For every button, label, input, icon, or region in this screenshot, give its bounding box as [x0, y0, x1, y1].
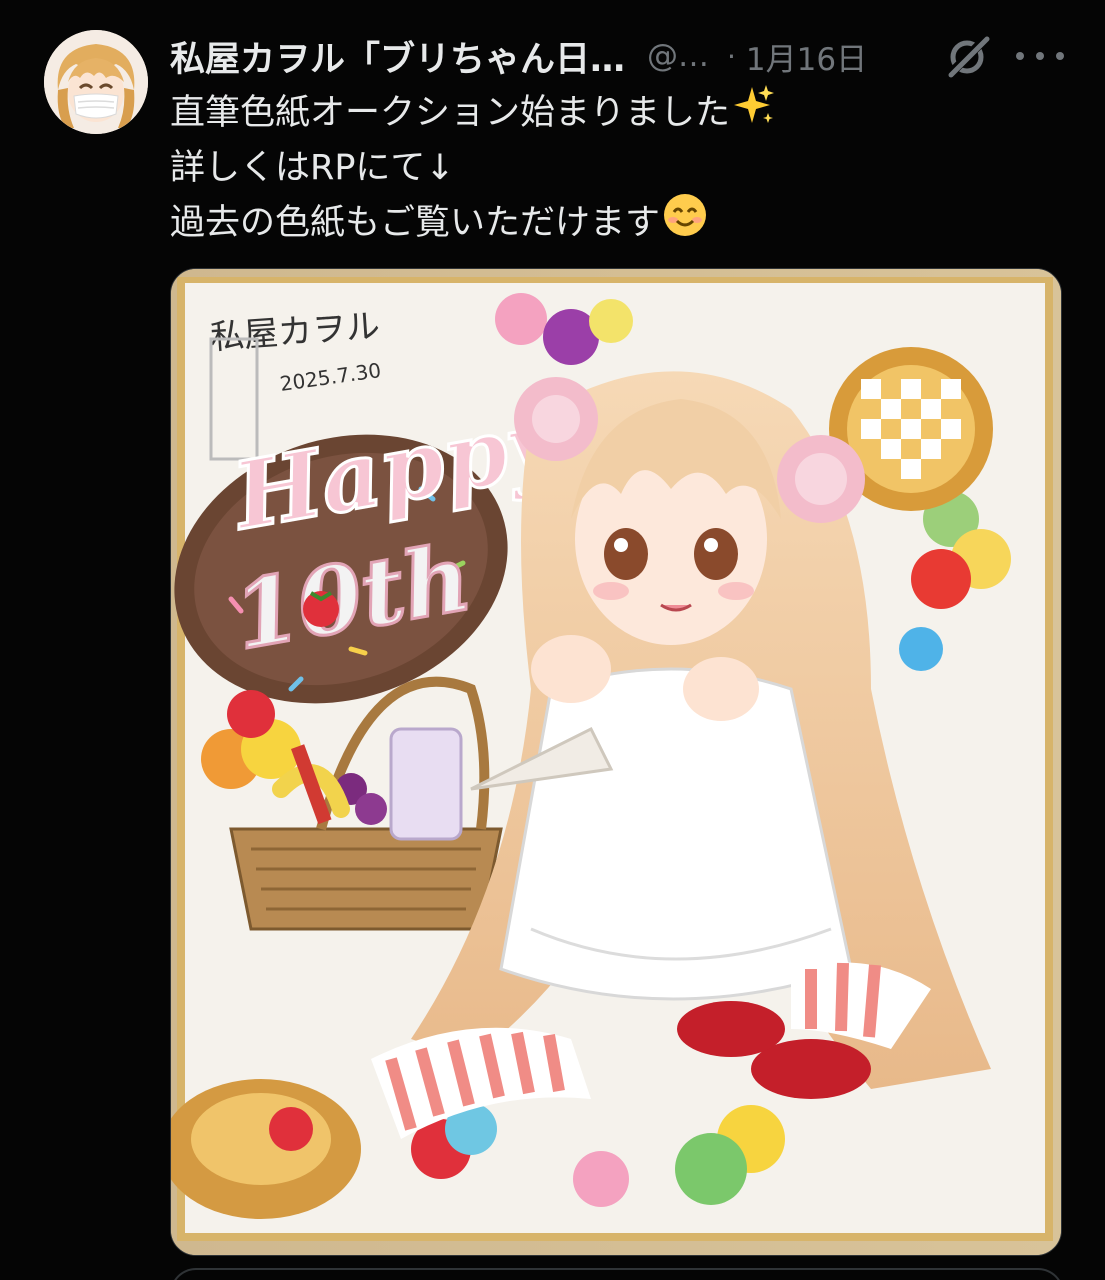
post-text-line: 詳しくはRPにて↓	[170, 141, 1050, 196]
author-handle[interactable]: @…	[647, 38, 709, 74]
author-display-name[interactable]: 私屋カヲル「ブリちゃん日…	[170, 31, 625, 82]
post-text-line-3: 過去の色紙もご覧いただけます	[170, 203, 661, 243]
smiling-face-emoji	[662, 192, 708, 255]
separator-dot: ·	[727, 39, 736, 73]
sparkles-emoji	[732, 83, 776, 144]
post-text-line: 直筆色紙オークション始まりました	[170, 83, 1050, 144]
artwork-illustration: 私屋カヲル 2025.7.30 Happy 10th	[171, 269, 1061, 1255]
more-dot-icon	[1016, 52, 1024, 60]
more-dot-icon	[1036, 52, 1044, 60]
post-text-line: 過去の色紙もご覧いただけます	[170, 194, 1050, 251]
more-dot-icon	[1056, 52, 1064, 60]
avatar[interactable]	[44, 30, 148, 134]
more-options-icon[interactable]	[1016, 38, 1064, 74]
post-date[interactable]: 1月16日	[746, 34, 867, 79]
grok-icon[interactable]	[943, 35, 991, 79]
post-text: 直筆色紙オークション始まりました 詳しくはRPにて↓ 過去の色紙もご覧いただけま…	[170, 83, 1050, 251]
post-header: 私屋カヲル「ブリちゃん日… @… · 1月16日	[170, 28, 1070, 84]
next-card-edge	[170, 1268, 1064, 1280]
avatar-image	[44, 30, 148, 134]
post-media-image[interactable]: 私屋カヲル 2025.7.30 Happy 10th	[170, 268, 1062, 1256]
post-text-line-2: 詳しくはRPにて↓	[170, 148, 455, 188]
post: 私屋カヲル「ブリちゃん日… @… · 1月16日 直筆色紙オークション始まりまし…	[0, 0, 1105, 1280]
post-text-line-1: 直筆色紙オークション始まりました	[170, 93, 731, 133]
